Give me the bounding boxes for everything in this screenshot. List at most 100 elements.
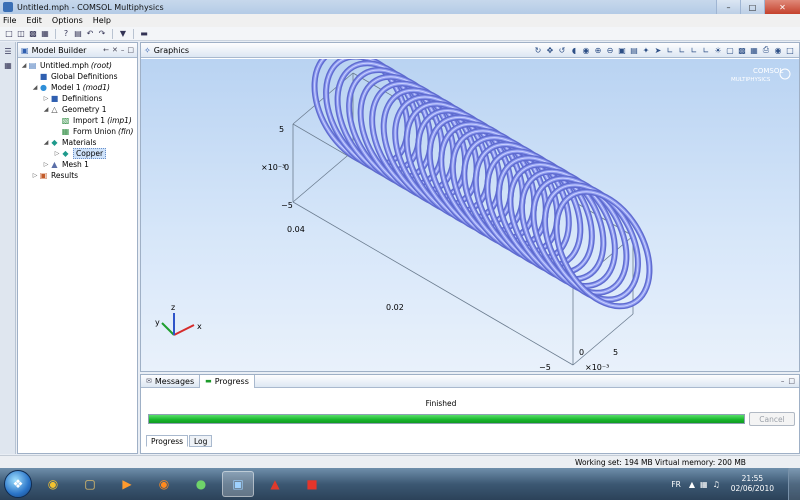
messenger-taskbar-icon[interactable]: ● [185, 471, 217, 497]
chrome-taskbar-icon[interactable]: ◉ [37, 471, 69, 497]
properties-view-icon[interactable]: ▦ [3, 60, 13, 70]
zoom-extents-icon[interactable]: ✦ [641, 45, 651, 55]
graphics-icon: ✧ [144, 45, 151, 55]
memory-usage: Working set: 194 MB Virtual memory: 200 … [575, 458, 746, 467]
solidworks-taskbar-icon[interactable]: ■ [296, 471, 328, 497]
triad-z-label: z [171, 303, 175, 312]
show-desktop-button[interactable] [788, 468, 800, 500]
model-builder-tab[interactable]: ▣ Model Builder ← ✕ – □ [18, 43, 137, 58]
tree-expander-icon[interactable]: ▷ [42, 161, 50, 168]
scene-light-icon[interactable]: ☀ [713, 45, 723, 55]
zoom-in-icon[interactable]: ⊕ [593, 45, 603, 55]
menu-help[interactable]: Help [93, 16, 111, 25]
screenshot-icon[interactable]: ◉ [773, 45, 783, 55]
firefox-taskbar-icon[interactable]: ◉ [148, 471, 180, 497]
tab-progress[interactable]: ▬ Progress [199, 374, 255, 388]
tab-progress-label: Progress [214, 376, 249, 386]
new-file-icon[interactable]: □ [4, 29, 14, 39]
language-indicator[interactable]: FR [671, 480, 681, 489]
tree-expander-icon[interactable]: ◢ [20, 62, 28, 69]
default-view-icon[interactable]: ∟ [701, 45, 711, 55]
tree-node-global-definitions[interactable]: ■ Global Definitions [18, 71, 137, 82]
subtab-progress[interactable]: Progress [146, 435, 189, 447]
pan-icon[interactable]: ✥ [545, 45, 555, 55]
tree-node-geometry-1[interactable]: ◢ △ Geometry 1 [18, 104, 137, 115]
grid-icon[interactable]: ▦ [749, 45, 759, 55]
3d-scene[interactable]: 5 ×10⁻³ 0 −5 0.04 0.02 5 0 −5 ×10⁻³ COMS… [141, 59, 799, 371]
tree-node-results[interactable]: ▷ ▣ Results [18, 170, 137, 181]
transparency-icon[interactable]: ◖ [569, 45, 579, 55]
save-as-icon[interactable]: ▦ [40, 29, 50, 39]
graphics-canvas[interactable]: 5 ×10⁻³ 0 −5 0.04 0.02 5 0 −5 ×10⁻³ COMS… [141, 59, 799, 371]
tree-expander-icon[interactable]: ▷ [53, 150, 61, 157]
network-icon[interactable]: ▦ [700, 480, 708, 489]
minimize-panel-icon[interactable]: – [781, 377, 785, 385]
undo-icon[interactable]: ↶ [85, 29, 95, 39]
open-file-icon[interactable]: ◫ [16, 29, 26, 39]
tree-node-untitled-mph[interactable]: ◢ ▤ Untitled.mph (root) [18, 60, 137, 71]
maximize-panel-icon[interactable]: □ [127, 46, 134, 54]
acrobat-taskbar-icon[interactable]: ▲ [259, 471, 291, 497]
graphics-tab[interactable]: ✧ Graphics ↻ ✥ ↺ ◖ ◉ ⊕ ⊖ ▣ ▤ ✦ ➤ ∟ ∟ ∟ ∟… [141, 43, 799, 58]
maximize-view-icon[interactable]: □ [785, 45, 795, 55]
cancel-button[interactable]: Cancel [749, 412, 795, 426]
help-icon[interactable]: ? [61, 29, 71, 39]
volume-icon[interactable]: ♫ [713, 480, 720, 489]
tree-node-label: Definitions [62, 94, 103, 103]
explorer-taskbar-icon[interactable]: ▢ [74, 471, 106, 497]
close-button[interactable]: ✕ [764, 0, 800, 14]
tray-up-arrow-icon[interactable]: ▲ [689, 480, 695, 489]
tab-messages[interactable]: ✉ Messages [141, 375, 199, 388]
zoom-selected-icon[interactable]: ▤ [629, 45, 639, 55]
maximize-button[interactable]: □ [740, 0, 764, 14]
copper-coil-geometry[interactable] [295, 59, 668, 323]
zoom-box-icon[interactable]: ▣ [617, 45, 627, 55]
menu-options[interactable]: Options [52, 16, 83, 25]
view-zx-icon[interactable]: ∟ [689, 45, 699, 55]
start-button[interactable]: ❖ [4, 470, 32, 498]
tree-node-mesh-1[interactable]: ▷ ▲ Mesh 1 [18, 159, 137, 170]
refresh-icon[interactable]: ↺ [557, 45, 567, 55]
redo-icon[interactable]: ↷ [97, 29, 107, 39]
x-axis-exponent: ×10⁻³ [585, 363, 609, 371]
camera-icon[interactable]: ◉ [581, 45, 591, 55]
print-icon[interactable]: ⎙ [761, 45, 771, 55]
tree-expander-icon[interactable]: ◢ [42, 139, 50, 146]
minimize-button[interactable]: – [716, 0, 740, 14]
window-titlebar[interactable]: Untitled.mph - COMSOL Multiphysics – □ ✕ [0, 0, 800, 14]
comsol-taskbar-icon[interactable]: ▣ [222, 471, 254, 497]
subtab-log[interactable]: Log [189, 435, 213, 447]
minimize-panel-icon[interactable]: – [121, 46, 125, 54]
maximize-panel-icon[interactable]: □ [788, 377, 795, 385]
window-title: Untitled.mph - COMSOL Multiphysics [17, 2, 164, 12]
system-clock[interactable]: 21:55 02/06/2010 [731, 474, 774, 494]
zoom-out-icon[interactable]: ⊖ [605, 45, 615, 55]
tree-node-import-1[interactable]: ▧ Import 1 (imp1) [18, 115, 137, 126]
render-icon[interactable]: ▩ [737, 45, 747, 55]
media-player-taskbar-icon[interactable]: ▶ [111, 471, 143, 497]
close-tab-icon[interactable]: ✕ [112, 46, 118, 54]
layout-icon[interactable]: ▬ [139, 29, 149, 39]
tree-expander-icon[interactable]: ◢ [42, 106, 50, 113]
view-yz-icon[interactable]: ∟ [677, 45, 687, 55]
model-tree-view-icon[interactable]: ☰ [3, 46, 13, 56]
compute-icon[interactable]: ▼ [118, 29, 128, 39]
menu-file[interactable]: File [3, 16, 16, 25]
menu-edit[interactable]: Edit [26, 16, 42, 25]
tree-node-model-1[interactable]: ◢ ● Model 1 (mod1) [18, 82, 137, 93]
tree-node-materials[interactable]: ◢ ◆ Materials [18, 137, 137, 148]
collapse-icon[interactable]: ← [103, 46, 109, 54]
tree-node-form-union[interactable]: ▦ Form Union (fin) [18, 126, 137, 137]
tree-node-definitions[interactable]: ▷ ■ Definitions [18, 93, 137, 104]
model-library-icon[interactable]: ▤ [73, 29, 83, 39]
tree-expander-icon[interactable]: ▷ [42, 95, 50, 102]
rotate-icon[interactable]: ↻ [533, 45, 543, 55]
wireframe-icon[interactable]: ▢ [725, 45, 735, 55]
save-icon[interactable]: ▩ [28, 29, 38, 39]
select-icon[interactable]: ➤ [653, 45, 663, 55]
view-xy-icon[interactable]: ∟ [665, 45, 675, 55]
tree-node-label: Form Union [73, 127, 116, 136]
tree-expander-icon[interactable]: ◢ [31, 84, 39, 91]
tree-node-copper[interactable]: ▷ ◆ Copper [18, 148, 137, 159]
tree-expander-icon[interactable]: ▷ [31, 172, 39, 179]
